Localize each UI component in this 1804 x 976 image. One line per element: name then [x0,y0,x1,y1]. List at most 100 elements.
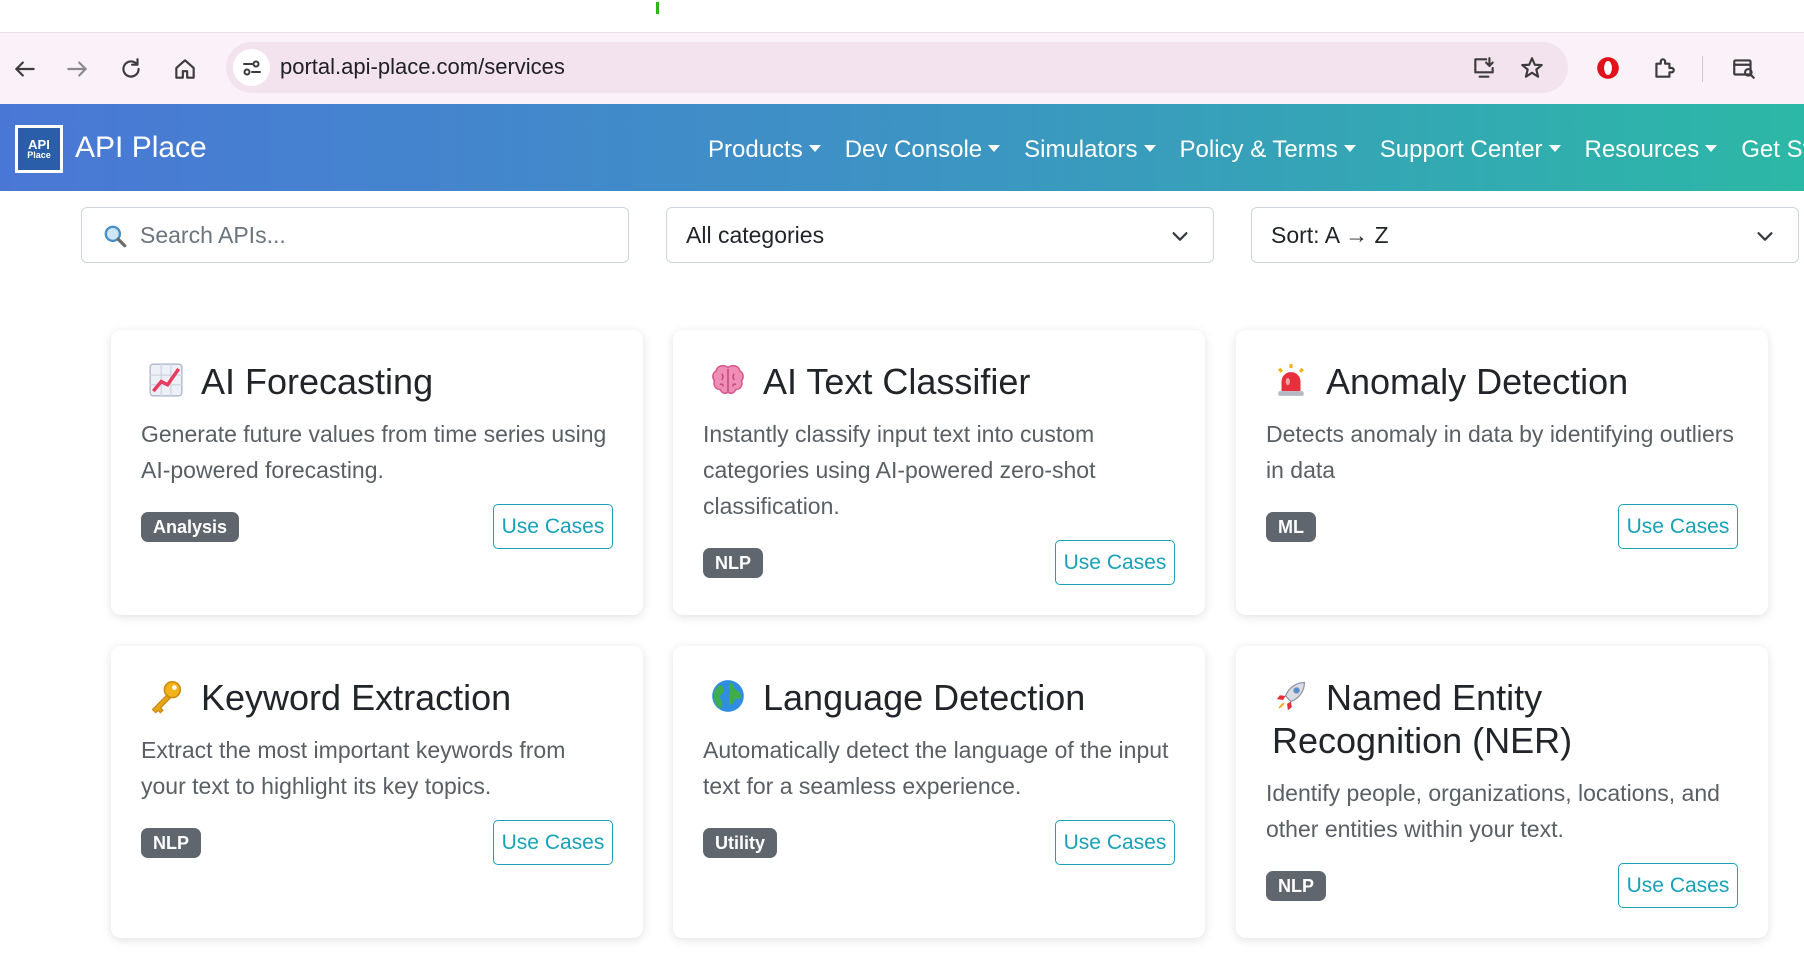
nav-item-resources[interactable]: Resources [1585,133,1718,167]
category-badge: Analysis [141,512,240,542]
service-card-anomaly-detection[interactable]: Anomaly Detection Detects anomaly in dat… [1236,330,1768,615]
brain-icon [712,364,744,394]
site-settings-icon [242,60,261,75]
nav-item-dev-console[interactable]: Dev Console [844,133,1001,167]
install-app-button[interactable] [1466,50,1502,86]
category-badge: NLP [703,548,763,578]
card-title-text: AI Forecasting [201,361,434,402]
service-card-named-entity-recognition[interactable]: Named Entity Recognition (NER) Identify … [1236,646,1768,938]
card-description: Detects anomaly in data by identifying o… [1266,421,1734,483]
key-icon [151,680,182,714]
category-select[interactable]: All categories [666,207,1214,263]
tab-loading-indicator [656,2,659,14]
nav-item-get-started[interactable]: Get Sta [1741,133,1804,167]
caret-down-icon [808,144,821,152]
search-input[interactable] [140,208,620,262]
tab-search-button[interactable] [1726,50,1762,86]
brand-name[interactable]: API Place [75,131,207,165]
category-badge: NLP [141,828,201,858]
caret-down-icon [1143,144,1156,152]
reload-icon [122,58,140,78]
card-title: AI Forecasting [147,360,617,403]
card-title-text: AI Text Classifier [763,361,1031,402]
caret-down-icon [988,144,1001,152]
back-button[interactable] [6,50,44,88]
card-description: Generate future values from time series … [141,421,607,483]
card-description: Automatically detect the language of the… [703,737,1169,799]
opera-extension-icon [1597,57,1619,79]
nav-item-label: Get Sta [1741,136,1804,163]
alarm-light-icon [1278,364,1304,396]
card-title: AI Text Classifier [709,360,1179,403]
card-title-text: Anomaly Detection [1326,361,1629,402]
brand-logo-line2: Place [27,150,51,160]
caret-down-icon [1705,144,1718,152]
card-title: Keyword Extraction [147,676,617,719]
nav-item-label: Resources [1584,136,1700,163]
star-icon [1521,57,1543,78]
nav-item-label: Support Center [1379,136,1543,163]
nav-menu: Products Dev Console Simulators Policy &… [708,133,1804,167]
brand-logo[interactable]: API Place [15,125,63,173]
rocket-icon [1276,681,1306,711]
nav-item-products[interactable]: Products [708,133,821,167]
nav-item-label: Products [708,136,803,163]
use-cases-button[interactable]: Use Cases [1618,863,1738,908]
card-title-text: Named Entity Recognition (NER) [1272,677,1573,761]
chevron-down-icon [1172,232,1188,241]
sort-select[interactable]: Sort: A → Z [1251,207,1799,263]
nav-item-support-center[interactable]: Support Center [1380,133,1561,167]
card-description: Instantly classify input text into custo… [703,421,1096,519]
url-text[interactable]: portal.api-place.com/services [280,54,565,80]
caret-down-icon [1343,144,1356,152]
reload-button[interactable] [112,50,150,88]
puzzle-icon [1655,58,1675,78]
nav-item-label: Policy & Terms [1179,136,1338,163]
site-info-button[interactable] [233,49,270,86]
card-title-text: Keyword Extraction [201,677,512,718]
bookmark-button[interactable] [1514,50,1550,86]
category-badge: Utility [703,828,778,858]
forward-button[interactable] [58,50,96,88]
toolbar-separator [1702,56,1703,82]
install-app-icon [1474,57,1494,78]
browser-tabstrip [0,0,1804,33]
use-cases-button[interactable]: Use Cases [493,504,613,549]
card-title: Language Detection [709,676,1179,719]
chart-increasing-icon [149,363,183,397]
tab-search-icon [1733,59,1755,79]
search-box [81,207,629,263]
search-icon [104,225,127,248]
service-card-ai-text-classifier[interactable]: AI Text Classifier Instantly classify in… [673,330,1205,615]
nav-item-simulators[interactable]: Simulators [1024,133,1156,167]
nav-item-label: Simulators [1024,136,1138,163]
sort-select-value: Sort: A → Z [1271,222,1389,248]
card-description: Extract the most important keywords from… [141,737,566,799]
page: portal.api-place.com/services API Place … [0,0,1804,976]
use-cases-button[interactable]: Use Cases [1055,820,1175,865]
use-cases-button[interactable]: Use Cases [493,820,613,865]
category-badge: ML [1266,512,1316,542]
card-title: Named Entity Recognition (NER) [1272,676,1742,762]
nav-item-label: Dev Console [844,136,983,163]
arrow-right-icon [67,61,87,77]
service-card-language-detection[interactable]: Language Detection Automatically detect … [673,646,1205,938]
category-select-value: All categories [686,222,825,248]
home-button[interactable] [166,50,204,88]
caret-down-icon [1548,144,1561,152]
home-icon [175,59,195,79]
chevron-down-icon [1757,232,1773,241]
card-description: Identify people, organizations, location… [1266,780,1720,842]
extensions-button[interactable] [1646,50,1682,86]
card-title: Anomaly Detection [1272,360,1742,403]
globe-icon [712,680,744,712]
use-cases-button[interactable]: Use Cases [1055,540,1175,585]
nav-item-policy-terms[interactable]: Policy & Terms [1180,133,1356,167]
service-card-ai-forecasting[interactable]: AI Forecasting Generate future values fr… [111,330,643,615]
arrow-left-icon [15,61,35,77]
extension-opera-button[interactable] [1590,50,1626,86]
use-cases-button[interactable]: Use Cases [1618,504,1738,549]
card-title-text: Language Detection [763,677,1086,718]
service-card-keyword-extraction[interactable]: Keyword Extraction Extract the most impo… [111,646,643,938]
category-badge: NLP [1266,871,1326,901]
